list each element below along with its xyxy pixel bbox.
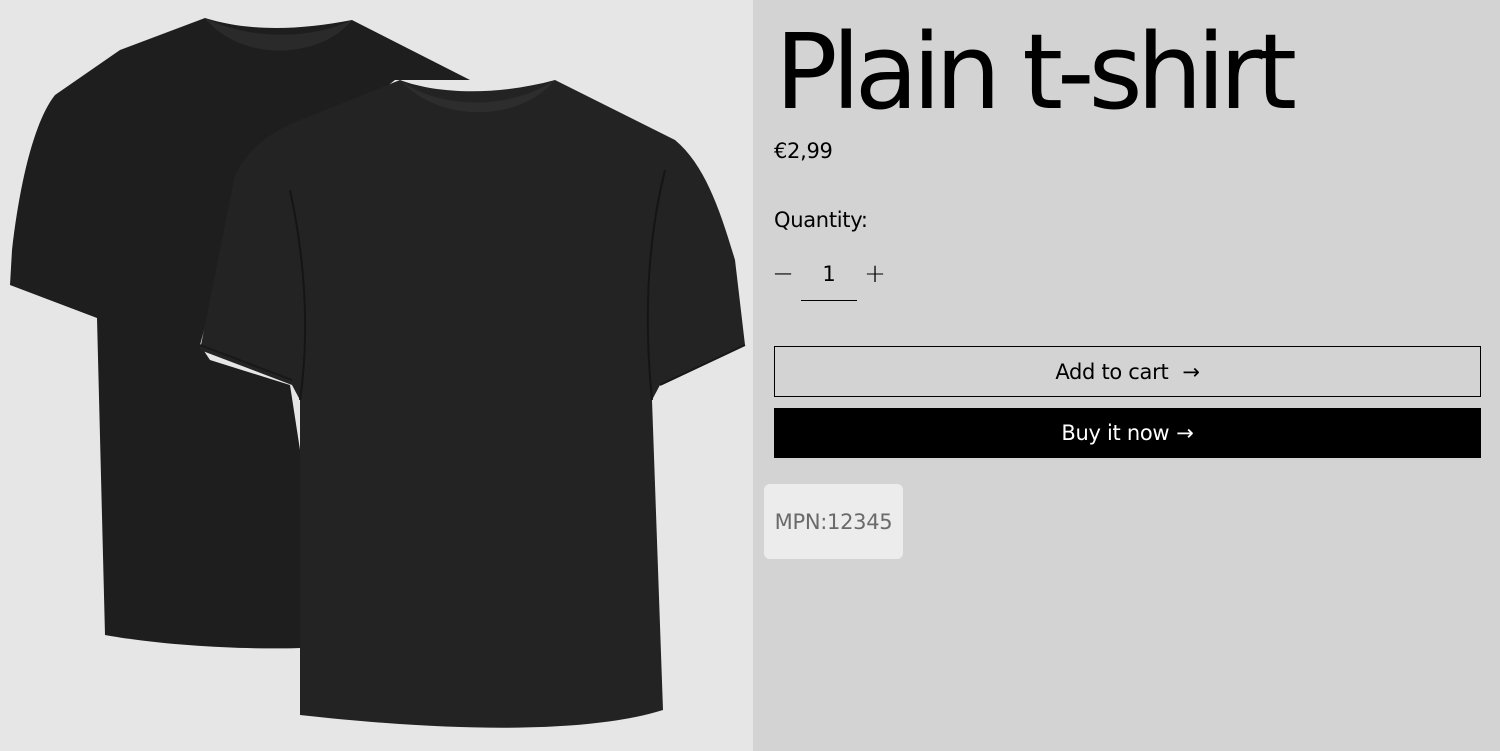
decrease-quantity-button[interactable]: − xyxy=(772,252,794,296)
quantity-stepper: − 1 + xyxy=(772,250,894,302)
mpn-badge: MPN:12345 xyxy=(764,484,903,559)
increase-quantity-button[interactable]: + xyxy=(864,252,886,296)
add-to-cart-button[interactable]: Add to cart → xyxy=(774,346,1481,397)
buy-it-now-label: Buy it now xyxy=(1061,421,1170,445)
tshirt-image xyxy=(10,18,746,728)
product-image xyxy=(0,0,753,751)
product-page: Plain t-shirt €2,99 Quantity: − 1 + Add … xyxy=(0,0,1500,751)
product-title: Plain t-shirt xyxy=(775,11,1297,133)
product-info: Plain t-shirt €2,99 Quantity: − 1 + Add … xyxy=(753,0,1500,751)
buy-it-now-button[interactable]: Buy it now → xyxy=(774,408,1481,458)
mpn-text: MPN:12345 xyxy=(774,509,893,534)
product-price: €2,99 xyxy=(774,139,833,163)
quantity-label: Quantity: xyxy=(774,208,868,232)
arrow-right-icon: → xyxy=(1182,359,1200,384)
quantity-input[interactable]: 1 xyxy=(801,250,857,301)
add-to-cart-label: Add to cart xyxy=(1055,359,1169,384)
arrow-right-icon: → xyxy=(1176,421,1194,445)
